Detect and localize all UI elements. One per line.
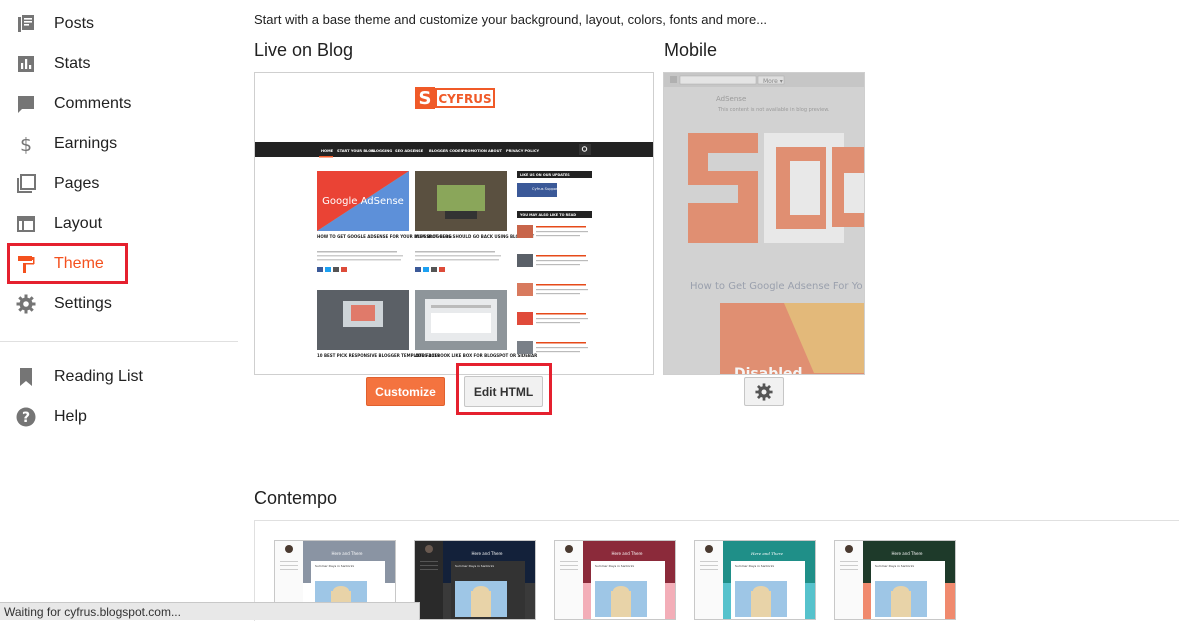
theme-highlight-box bbox=[7, 243, 128, 284]
mobile-disabled-label: Disabled bbox=[734, 366, 803, 374]
svg-text:?: ? bbox=[22, 410, 30, 426]
sidebar-head-like: LIKE US ON OUR UPDATES bbox=[520, 173, 570, 177]
status-text: Waiting for cyfrus.blogspot.com... bbox=[4, 605, 181, 619]
sidebar-item-label: Settings bbox=[54, 295, 112, 312]
logo-s: S bbox=[419, 88, 432, 109]
sidebar-item-label: Posts bbox=[54, 15, 95, 32]
sidebar-item-stats[interactable]: Stats bbox=[0, 44, 238, 84]
sidebar-item-help[interactable]: ? Help bbox=[0, 397, 238, 437]
theme-post-title: Summer Days in Santorini bbox=[455, 564, 494, 568]
theme-blog-title: Here and There bbox=[891, 551, 923, 556]
nav-promotion: PROMOTION bbox=[462, 149, 487, 153]
sidebar-item-comments[interactable]: Comments bbox=[0, 84, 238, 124]
gallery-title: Contempo bbox=[254, 488, 338, 508]
sidebar-item-label: Pages bbox=[54, 175, 100, 192]
gear-icon bbox=[16, 294, 36, 314]
theme-thumbnail[interactable]: Here and There Summer Days in Santorini bbox=[554, 540, 676, 620]
pages-icon bbox=[17, 174, 36, 193]
theme-thumbnail[interactable]: Here and There Summer Days in Santorini bbox=[834, 540, 956, 620]
intro-text: Start with a base theme and customize yo… bbox=[254, 12, 768, 27]
theme-blog-title: Here and There bbox=[471, 551, 503, 556]
layout-icon bbox=[17, 216, 35, 232]
theme-thumbnail-graphic: Here and There Summer Days in Santorini bbox=[695, 541, 815, 619]
mobile-post-title: How to Get Google Adsense For Yo bbox=[690, 281, 863, 292]
svg-text:$: $ bbox=[20, 134, 32, 154]
post-1-image-text: Google AdSense bbox=[322, 196, 404, 207]
mobile-adsense-note: This content is not available in blog pr… bbox=[717, 107, 830, 113]
comments-icon bbox=[18, 96, 34, 113]
theme-thumbnail[interactable]: Here and There Summer Days in Santorini bbox=[694, 540, 816, 620]
nav-privacy: PRIVACY POLICY bbox=[506, 149, 540, 153]
fb-page-name: Cyfrus Support bbox=[532, 187, 559, 191]
mobile-adsense-label: AdSense bbox=[716, 95, 746, 103]
theme-post-title: Summer Days in Santorini bbox=[595, 564, 634, 568]
live-blog-preview-graphic: S CYFRUS HOME START YOUR BLOG BLOGGING S… bbox=[255, 87, 653, 358]
sidebar-item-label: Stats bbox=[54, 55, 91, 72]
help-icon: ? bbox=[16, 407, 36, 427]
theme-thumbnail[interactable]: Here and There Summer Days in Santorini bbox=[414, 540, 536, 620]
sidebar-item-label: Layout bbox=[54, 215, 103, 232]
nav-about: ABOUT bbox=[488, 149, 502, 153]
theme-post-title: Summer Days in Santorini bbox=[735, 564, 774, 568]
sidebar-divider bbox=[0, 341, 238, 342]
sidebar-item-pages[interactable]: Pages bbox=[0, 164, 238, 204]
theme-thumbnail-graphic: Here and There Summer Days in Santorini bbox=[415, 541, 535, 619]
bookmark-icon bbox=[20, 368, 32, 386]
sidebar-item-label: Earnings bbox=[54, 135, 118, 152]
nav-start: START YOUR BLOG bbox=[337, 149, 374, 153]
customize-button[interactable]: Customize bbox=[366, 377, 445, 406]
gear-icon bbox=[755, 382, 773, 401]
sidebar-item-posts[interactable]: Posts bbox=[0, 4, 238, 44]
sidebar-item-settings[interactable]: Settings bbox=[0, 284, 238, 324]
post-2-title: WHY BLOGGERS SHOULD GO BACK USING BLOGSP… bbox=[415, 234, 534, 239]
nav-codes: BLOGGER CODES bbox=[429, 149, 463, 153]
theme-blog-title: Here and There bbox=[750, 551, 784, 556]
logo-text: CYFRUS bbox=[438, 92, 491, 106]
sidebar-item-earnings[interactable]: $ Earnings bbox=[0, 124, 238, 164]
theme-blog-title: Here and There bbox=[611, 551, 643, 556]
sidebar-head-read: YOU MAY ALSO LIKE TO READ bbox=[519, 213, 576, 217]
sidebar-item-layout[interactable]: Layout bbox=[0, 204, 238, 244]
mobile-blog-preview-graphic: More ▾ AdSense This content is not avail… bbox=[664, 73, 864, 374]
browser-status-bar: Waiting for cyfrus.blogspot.com... bbox=[0, 602, 420, 620]
theme-thumbnail-graphic: Here and There Summer Days in Santorini bbox=[835, 541, 955, 619]
sidebar-item-label: Reading List bbox=[54, 368, 143, 385]
mobile-title: Mobile bbox=[664, 40, 718, 60]
theme-post-title: Summer Days in Santorini bbox=[875, 564, 914, 568]
sidebar-item-label: Help bbox=[54, 408, 87, 425]
live-blog-preview[interactable]: S CYFRUS HOME START YOUR BLOG BLOGGING S… bbox=[254, 72, 654, 375]
sidebar-item-reading-list[interactable]: Reading List bbox=[0, 357, 238, 397]
stats-icon bbox=[18, 56, 34, 72]
nav-seo: SEO ADSENSE bbox=[395, 149, 424, 153]
theme-thumbnail-graphic: Here and There Summer Days in Santorini bbox=[555, 541, 675, 619]
sidebar-item-label: Comments bbox=[54, 95, 132, 112]
sidebar: Posts Stats Comments $ Earnings Pages La… bbox=[0, 0, 238, 620]
edit-html-highlight-box bbox=[456, 363, 552, 415]
nav-home: HOME bbox=[321, 149, 334, 153]
mobile-more-label: More ▾ bbox=[763, 78, 783, 85]
theme-blog-title: Here and There bbox=[331, 551, 363, 556]
dollar-icon: $ bbox=[20, 134, 32, 154]
nav-blogging: BLOGGING bbox=[371, 149, 392, 153]
mobile-blog-preview[interactable]: More ▾ AdSense This content is not avail… bbox=[663, 72, 865, 375]
posts-icon bbox=[18, 15, 34, 32]
theme-post-title: Summer Days in Santorini bbox=[315, 564, 354, 568]
mobile-settings-button[interactable] bbox=[744, 377, 784, 406]
live-on-blog-title: Live on Blog bbox=[254, 40, 354, 60]
